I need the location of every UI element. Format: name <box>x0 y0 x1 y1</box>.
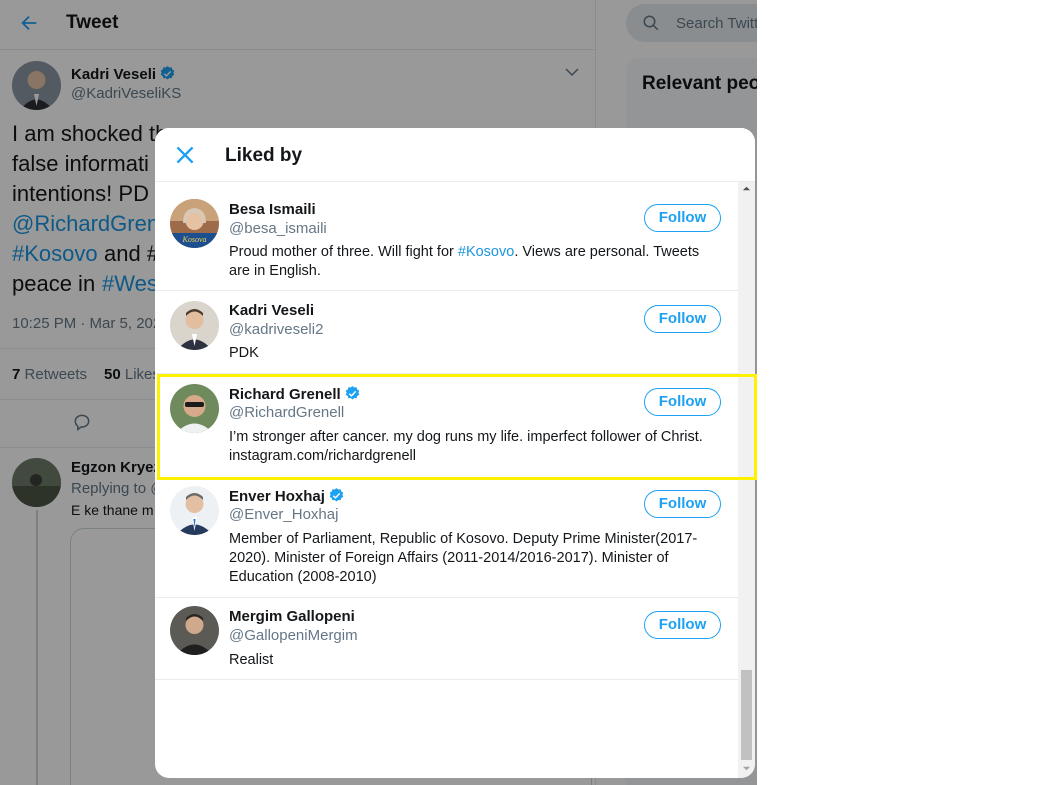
user-avatar[interactable] <box>170 384 219 433</box>
user-bio: I’m stronger after cancer. my dog runs m… <box>229 429 703 445</box>
user-row[interactable]: Kosova Besa Ismaili @besa_ismaili Proud … <box>155 188 738 291</box>
liked-by-modal: Liked by Kosova Besa Ismaili @besa_ismai… <box>155 128 755 778</box>
user-row[interactable]: Enver Hoxhaj @Enver_Hoxhaj Member of Par… <box>155 478 738 598</box>
user-avatar[interactable] <box>170 486 219 535</box>
follow-button[interactable]: Follow <box>644 305 721 333</box>
user-bio: Proud mother of three. Will fight for #K… <box>229 244 700 279</box>
follow-button[interactable]: Follow <box>644 490 721 518</box>
modal-title: Liked by <box>225 145 303 166</box>
user-avatar[interactable] <box>170 606 219 655</box>
follow-button[interactable]: Follow <box>644 611 721 639</box>
user-handle: @Enver_Hoxhaj <box>229 506 339 523</box>
kosova-logo-text: Kosova <box>182 235 207 244</box>
user-handle: @RichardGrenell <box>229 404 345 421</box>
follow-button[interactable]: Follow <box>644 388 721 416</box>
user-bio: Member of Parliament, Republic of Kosovo… <box>229 531 698 585</box>
user-handle: @GallopeniMergim <box>229 627 358 644</box>
user-handle: @kadriveseli2 <box>229 321 324 338</box>
twitter-app: Tweet Kadri Veseli @KadriVeseliKS I am s… <box>0 0 757 785</box>
user-name[interactable]: Mergim Gallopeni <box>229 608 355 625</box>
user-row[interactable]: Richard Grenell @RichardGrenell I’m stro… <box>155 374 738 478</box>
user-row[interactable]: Kadri Veseli @kadriveseli2 PDK Follow <box>155 291 738 374</box>
verified-badge-icon <box>329 488 344 502</box>
follow-button[interactable]: Follow <box>644 204 721 232</box>
modal-header: Liked by <box>155 128 755 182</box>
scroll-down-arrow-icon[interactable] <box>742 764 751 773</box>
user-handle: @besa_ismaili <box>229 220 327 237</box>
scrollbar[interactable] <box>738 182 755 778</box>
user-bio: Realist <box>229 652 274 668</box>
user-name[interactable]: Enver Hoxhaj <box>229 487 345 505</box>
profile-link[interactable]: instagram.com/richardgrenell <box>229 447 724 466</box>
scroll-up-arrow-icon[interactable] <box>742 184 751 193</box>
hashtag-link[interactable]: #Kosovo <box>458 244 514 260</box>
empty-area <box>757 0 1064 785</box>
scroll-thumb[interactable] <box>741 670 752 760</box>
user-name[interactable]: Kadri Veseli <box>229 302 314 319</box>
user-bio: PDK <box>229 345 259 361</box>
user-avatar[interactable] <box>170 301 219 350</box>
user-avatar[interactable]: Kosova <box>170 199 219 248</box>
close-icon[interactable] <box>172 142 198 168</box>
user-row[interactable]: Mergim Gallopeni @GallopeniMergim Realis… <box>155 597 738 680</box>
user-name[interactable]: Besa Ismaili <box>229 201 316 218</box>
user-name[interactable]: Richard Grenell <box>229 385 361 403</box>
verified-badge-icon <box>345 386 359 400</box>
